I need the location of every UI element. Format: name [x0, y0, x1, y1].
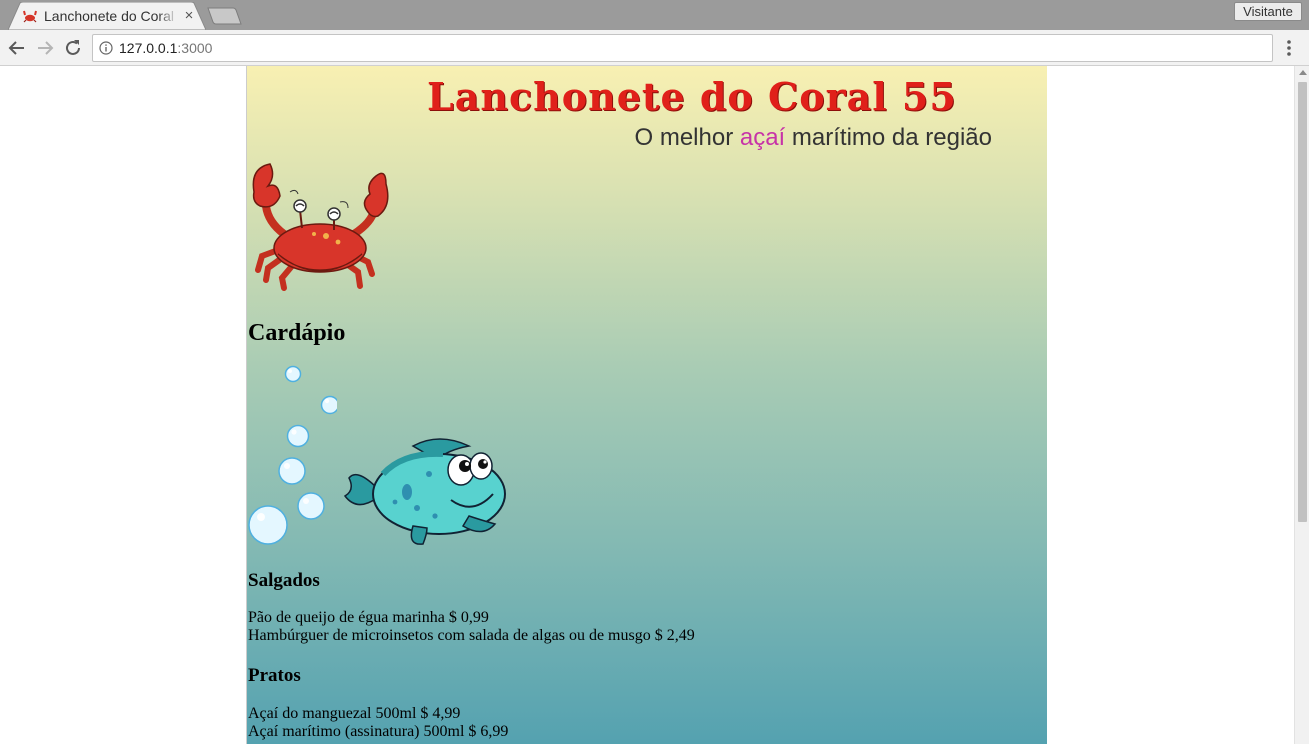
tab-close-icon[interactable]: × [182, 7, 196, 25]
tab-strip: Lanchonete do Coral 55 × Visitante [0, 0, 1309, 30]
page-content: Lanchonete do Coral 55 O melhor açaí mar… [246, 66, 1047, 744]
menu-item: Açaí do manguezal 500ml $ 4,99 [248, 705, 461, 722]
menu-heading: Cardápio [248, 320, 346, 346]
section-heading-pratos: Pratos [248, 665, 301, 686]
subtitle-end: marítimo da região [785, 124, 992, 151]
menu-icon[interactable] [1284, 38, 1294, 58]
browser-toolbar: 127.0.0.1:3000 [0, 30, 1309, 66]
url-host: 127.0.0.1 [119, 40, 178, 56]
site-title: Lanchonete do Coral 55 [427, 74, 957, 119]
menu-item: Hambúrguer de microinsetos com salada de… [248, 627, 695, 644]
subtitle-start: O melhor [634, 124, 740, 151]
new-tab-button[interactable] [206, 6, 242, 26]
section-heading-salgados: Salgados [248, 570, 320, 591]
forward-icon[interactable] [34, 37, 56, 59]
profile-button[interactable]: Visitante [1234, 2, 1302, 21]
back-icon[interactable] [6, 37, 28, 59]
subtitle-accent: açaí [739, 124, 786, 151]
fish-illustration [343, 438, 506, 545]
scroll-thumb[interactable] [1298, 82, 1307, 522]
menu-item: Pão de queijo de égua marinha $ 0,99 [248, 609, 489, 626]
bubbles-illustration [248, 365, 337, 545]
page-viewport: Lanchonete do Coral 55 O melhor açaí mar… [0, 66, 1309, 744]
info-icon[interactable] [99, 41, 113, 55]
url-text: 127.0.0.1:3000 [119, 40, 212, 57]
scroll-up-arrow-icon[interactable] [1299, 70, 1307, 75]
site-subtitle: O melhor açaí marítimo da região [634, 124, 992, 152]
crab-favicon [23, 10, 37, 23]
tab-title: Lanchonete do Coral 55 [44, 8, 178, 24]
url-port: :3000 [177, 40, 213, 56]
menu-item: Açaí marítimo (assinatura) 500ml $ 6,99 [248, 723, 509, 740]
crab-illustration [252, 163, 389, 291]
browser-tab[interactable]: Lanchonete do Coral 55 × [8, 2, 206, 30]
reload-icon[interactable] [62, 37, 84, 59]
address-bar[interactable]: 127.0.0.1:3000 [92, 34, 1273, 62]
vertical-scrollbar[interactable] [1294, 66, 1309, 744]
